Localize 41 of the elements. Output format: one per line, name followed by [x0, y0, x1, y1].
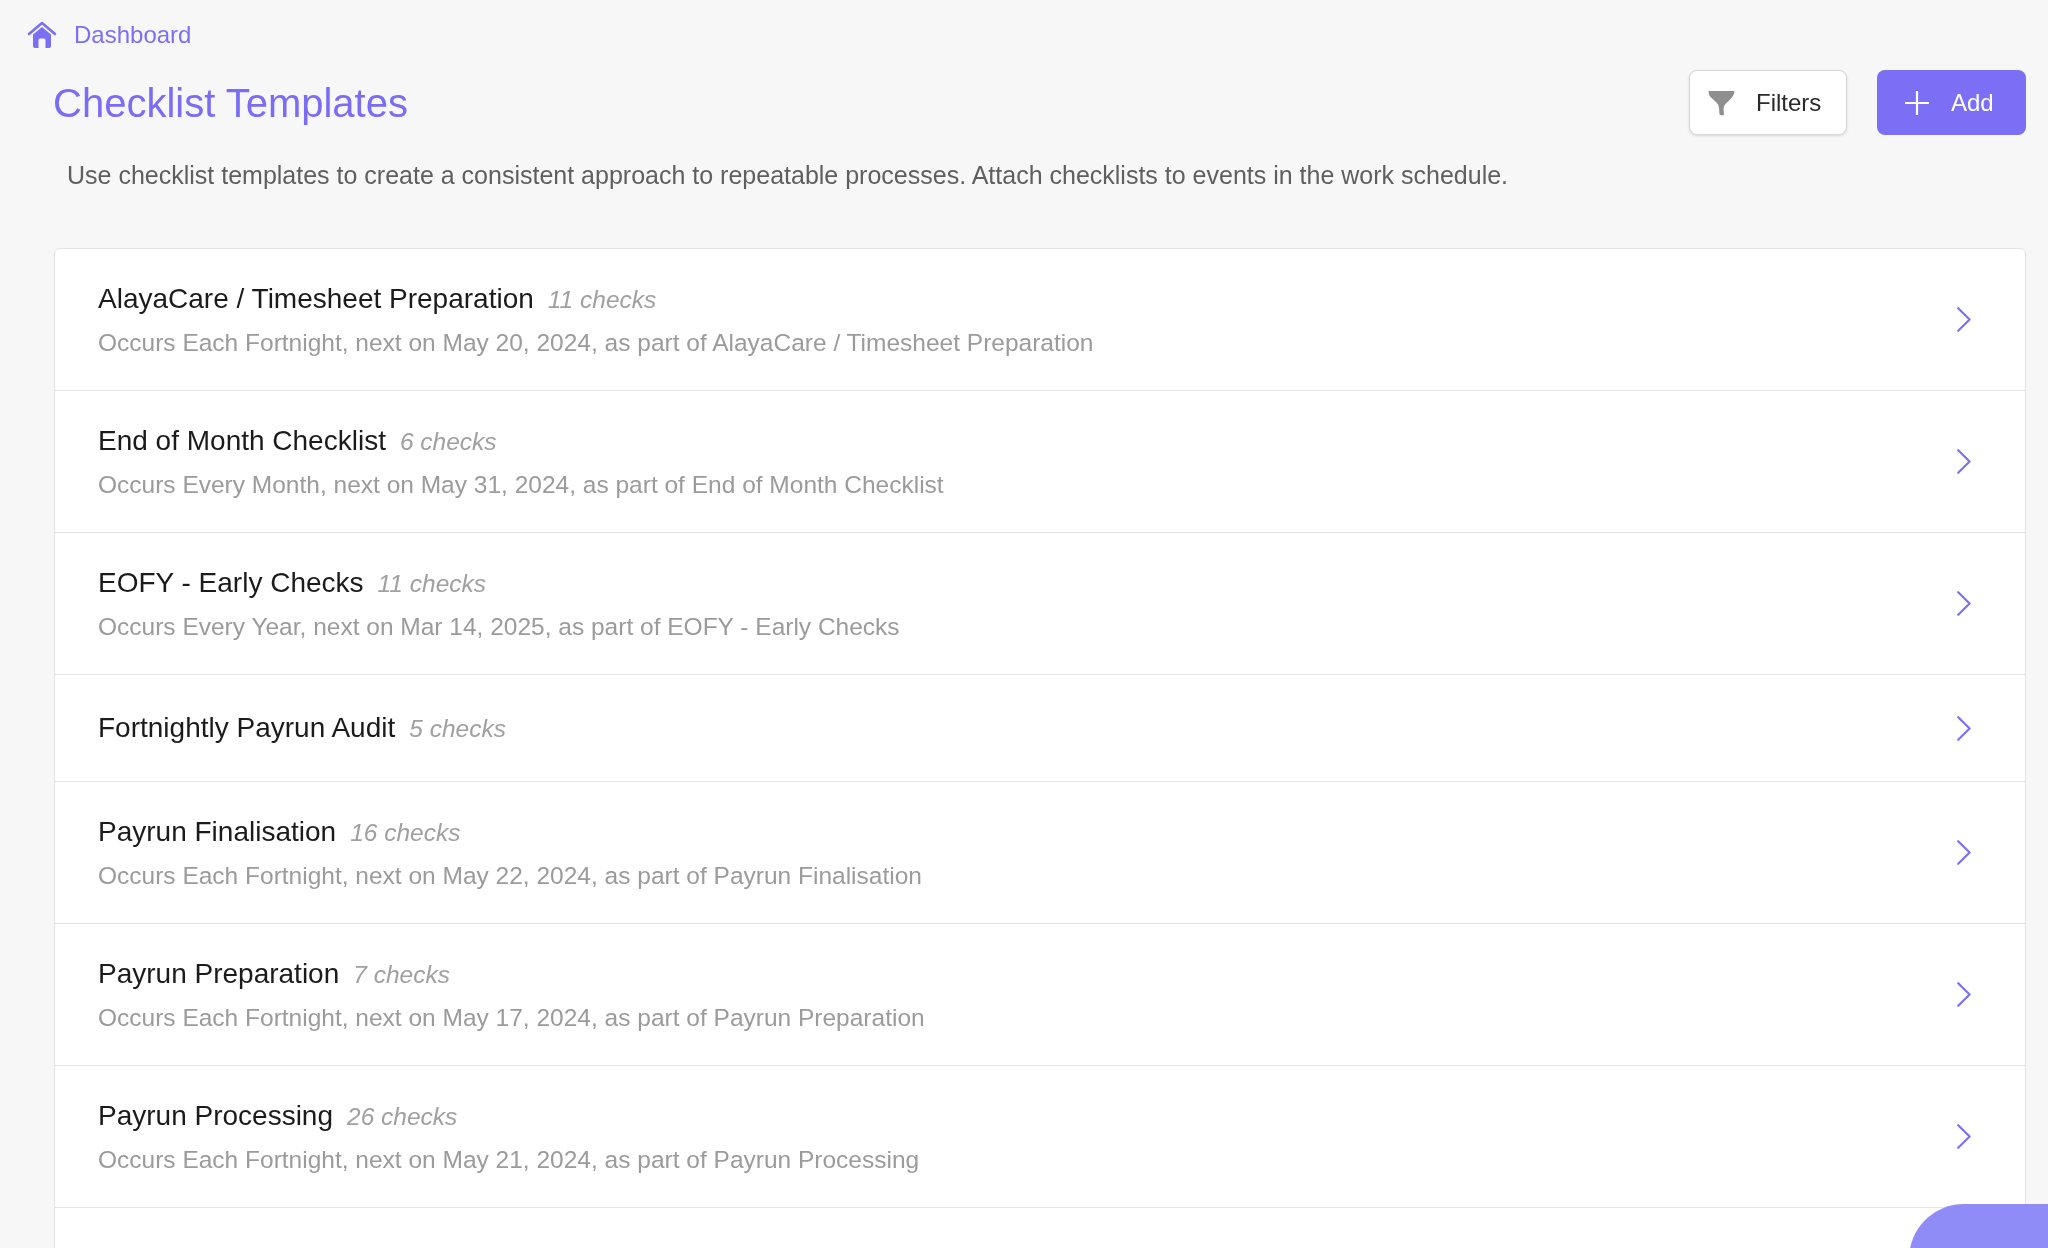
filter-icon [1707, 88, 1736, 117]
chevron-right-icon [1957, 591, 1971, 616]
template-name: Payrun Finalisation [98, 815, 337, 849]
page-description: Use checklist templates to create a consistent approach to repeatable processes. Attach checklists to events in the work schedule. [67, 160, 1510, 191]
chevron-right-icon [1957, 1124, 1971, 1149]
check-count: 26 checks [347, 1102, 458, 1132]
template-list-item[interactable]: End of Month Checklist 6 checks Occurs Every Month, next on May 31, 2024, as part of End of Month Checklist [55, 391, 2025, 533]
template-name: Fortnightly Payrun Audit [98, 710, 396, 745]
template-list-item[interactable]: Fortnightly Payrun Audit 5 checks [55, 675, 2025, 782]
check-count: 11 checks [547, 285, 657, 315]
template-name: Payrun Processing [98, 1099, 333, 1133]
chevron-right-icon [1957, 982, 1971, 1007]
check-count: 6 checks [399, 427, 497, 457]
template-list-item[interactable]: EOFY - Early Checks 11 checks Occurs Every Year, next on Mar 14, 2025, as part of EOFY - Early Checks [55, 533, 2025, 675]
schedule-text: Occurs Each Fortnight, next on May 20, 2024, as part of AlayaCare / Timesheet Preparation [98, 328, 1094, 358]
plus-icon [1905, 90, 1929, 115]
add-button[interactable]: Add [1877, 70, 2026, 135]
chevron-right-icon [1957, 449, 1971, 474]
check-count: 16 checks [350, 818, 461, 848]
schedule-text: Occurs Every Year, next on Mar 14, 2025, as part of EOFY - Early Checks [98, 612, 900, 642]
check-count: 11 checks [377, 569, 487, 599]
chevron-right-icon [1957, 715, 1971, 741]
template-list-item[interactable]: Payrun Preparation 7 checks Occurs Each Fortnight, next on May 17, 2024, as part of Payrun Preparation [55, 924, 2025, 1066]
template-name: End of Month Checklist [98, 424, 386, 458]
schedule-text: Occurs Every Month, next on May 31, 2024, as part of End of Month Checklist [98, 470, 944, 500]
template-name: Payrun Preparation [98, 957, 340, 991]
check-count: 7 checks [353, 960, 450, 990]
chevron-right-icon [1957, 840, 1971, 865]
template-list-item[interactable]: Payrun Finalisation 16 checks Occurs Each Fortnight, next on May 22, 2024, as part of Payrun Finalisation [55, 782, 2025, 924]
breadcrumb-link[interactable]: Dashboard [74, 20, 192, 50]
chevron-right-icon [1957, 307, 1971, 332]
schedule-text: Occurs Each Fortnight, next on May 21, 2024, as part of Payrun Processing [98, 1145, 920, 1175]
template-name: EOFY - Early Checks [98, 566, 364, 600]
schedule-text: Occurs Each Fortnight, next on May 17, 2024, as part of Payrun Preparation [98, 1003, 925, 1033]
home-icon[interactable] [27, 21, 57, 49]
template-name: AlayaCare / Timesheet Preparation [98, 282, 534, 316]
filters-button[interactable]: Filters [1689, 70, 1847, 135]
check-count: 5 checks [409, 713, 506, 744]
schedule-text: Occurs Each Fortnight, next on May 22, 2024, as part of Payrun Finalisation [98, 861, 922, 891]
page-title: Checklist Templates [53, 79, 408, 127]
template-list-item[interactable]: AlayaCare / Timesheet Preparation 11 checks Occurs Each Fortnight, next on May 20, 2024, as part of AlayaCare / Timesheet Preparation [55, 249, 2025, 391]
